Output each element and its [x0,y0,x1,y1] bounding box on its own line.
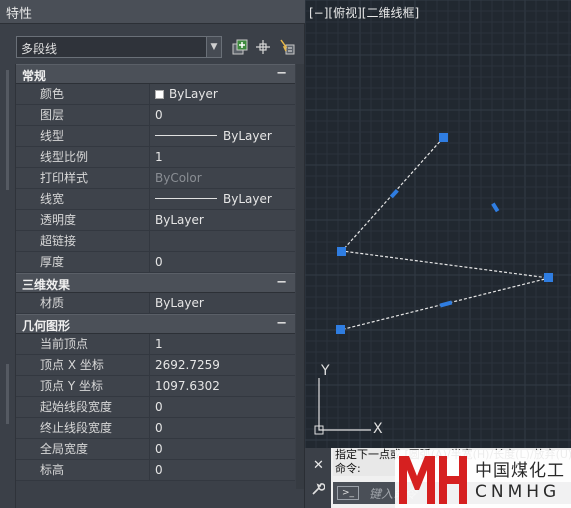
prop-name: 超链接 [16,231,150,251]
ucs-y-label: Y [320,363,330,379]
prop-name: 厚度 [16,252,150,272]
prop-row-transparency[interactable]: 透明度 ByLayer [16,210,295,231]
prop-name: 全局宽度 [16,439,150,459]
prop-row-lineweight[interactable]: 线宽 ByLayer [16,189,295,210]
chevron-down-icon[interactable]: ▼ [206,37,221,57]
prop-name: 顶点 Y 坐标 [16,376,150,396]
prop-name: 材质 [16,293,150,313]
viewport-controls[interactable]: [−][俯视][二维线框] [309,4,419,21]
collapse-icon[interactable]: − [276,66,287,81]
prop-name: 线宽 [16,189,150,209]
prop-value[interactable]: 0 [151,252,295,272]
object-type-select[interactable]: 多段线 ▼ [16,36,222,58]
prop-name: 标高 [16,460,150,480]
prop-value[interactable]: ByLayer [151,189,295,209]
wrench-icon[interactable] [311,482,325,496]
prop-value[interactable]: 1 [151,147,295,167]
prop-value[interactable]: ByLayer [151,84,295,104]
collapse-icon[interactable]: − [276,275,287,290]
command-line-handle: ✕ [305,448,331,508]
linetype-sample-icon [155,135,217,136]
midpoint-grip[interactable] [439,300,453,308]
prop-row-linetype-scale[interactable]: 线型比例 1 [16,147,295,168]
section-title: 常规 [22,69,47,83]
prop-row-plot-style[interactable]: 打印样式 ByColor [16,168,295,189]
prop-value-text: ByLayer [169,87,218,101]
select-objects-icon[interactable] [254,38,272,56]
lineweight-sample-icon [155,198,217,199]
prop-row-material[interactable]: 材质 ByLayer [16,293,295,314]
prop-row-layer[interactable]: 图层 0 [16,105,295,126]
section-general-header[interactable]: 常规 − [16,64,295,84]
palette-side-strip [0,64,16,508]
prop-name: 颜色 [16,84,150,104]
prop-name: 图层 [16,105,150,125]
grid [305,0,571,448]
prop-value[interactable]: 1097.6302 [151,376,295,396]
prop-value: ByColor [155,171,202,185]
prop-value[interactable]: 2692.7259 [151,355,295,375]
watermark-cn-text: 中国煤化工 [475,461,565,481]
prop-name: 透明度 [16,210,150,230]
prop-row-end-width[interactable]: 终止线段宽度 0 [16,418,295,439]
prop-row-current-vertex[interactable]: 当前顶点 1 [16,334,295,355]
object-type-value: 多段线 [21,42,58,56]
prop-name: 顶点 X 坐标 [16,355,150,375]
prop-row-start-width[interactable]: 起始线段宽度 0 [16,397,295,418]
section-geometry-header[interactable]: 几何图形 − [16,314,295,334]
prop-value[interactable]: ByLayer [151,293,295,313]
prop-value[interactable]: 0 [151,460,295,480]
prop-value[interactable]: 0 [151,418,295,438]
prop-row-linetype[interactable]: 线型 ByLayer [16,126,295,147]
command-prompt-icon[interactable]: >_ [337,486,359,500]
drawing-canvas[interactable]: Y X [305,0,571,448]
collapse-icon[interactable]: − [276,316,287,331]
prop-value[interactable]: 0 [151,105,295,125]
prop-name: 起始线段宽度 [16,397,150,417]
midpoint-grip[interactable] [389,188,399,199]
palette-title-bar[interactable]: 特性 [0,0,305,24]
prop-value[interactable]: 0 [151,439,295,459]
prop-value[interactable]: ByLayer [151,210,295,230]
prop-value[interactable]: 1 [151,334,295,354]
palette-scrollbar[interactable] [296,64,304,489]
prop-name: 打印样式 [16,168,150,188]
color-swatch-icon [155,90,164,99]
prop-row-color[interactable]: 颜色 ByLayer [16,84,295,105]
toggle-pickadd-icon[interactable] [231,38,249,56]
property-grid: 常规 − 颜色 ByLayer 图层 0 线型 ByLayer 线型比例 1 打… [16,64,295,481]
close-icon[interactable]: ✕ [313,458,324,473]
prop-name: 终止线段宽度 [16,418,150,438]
vertex-grip[interactable] [544,273,553,282]
section-3d-header[interactable]: 三维效果 − [16,273,295,293]
prop-row-hyperlink[interactable]: 超链接 [16,231,295,252]
ucs-x-label: X [373,421,383,437]
vertex-grip[interactable] [336,325,345,334]
palette-title: 特性 [6,7,33,22]
prop-value-text: ByLayer [223,192,272,206]
watermark-en-text: CNMHG [475,482,561,502]
properties-palette: 特性 多段线 ▼ 常规 − 颜色 ByLayer 图层 0 线型 ByLayer… [0,0,305,508]
vertex-grip[interactable] [439,133,448,142]
prop-value[interactable] [151,231,295,251]
prop-row-global-width[interactable]: 全局宽度 0 [16,439,295,460]
prop-value[interactable]: 0 [151,397,295,417]
prop-name: 线型比例 [16,147,150,167]
quick-select-icon[interactable] [278,38,296,56]
watermark-logo [399,456,467,504]
prop-row-vertex-y[interactable]: 顶点 Y 坐标 1097.6302 [16,376,295,397]
section-title: 三维效果 [22,278,71,292]
prop-name: 线型 [16,126,150,146]
prop-value-text: ByLayer [223,129,272,143]
prop-name: 当前顶点 [16,334,150,354]
vertex-grip[interactable] [337,247,346,256]
section-title: 几何图形 [22,319,71,333]
prop-row-elevation[interactable]: 标高 0 [16,460,295,481]
prop-value[interactable]: ByLayer [151,126,295,146]
prop-row-thickness[interactable]: 厚度 0 [16,252,295,273]
watermark: 中国煤化工 CNMHG [395,450,571,508]
prop-row-vertex-x[interactable]: 顶点 X 坐标 2692.7259 [16,355,295,376]
